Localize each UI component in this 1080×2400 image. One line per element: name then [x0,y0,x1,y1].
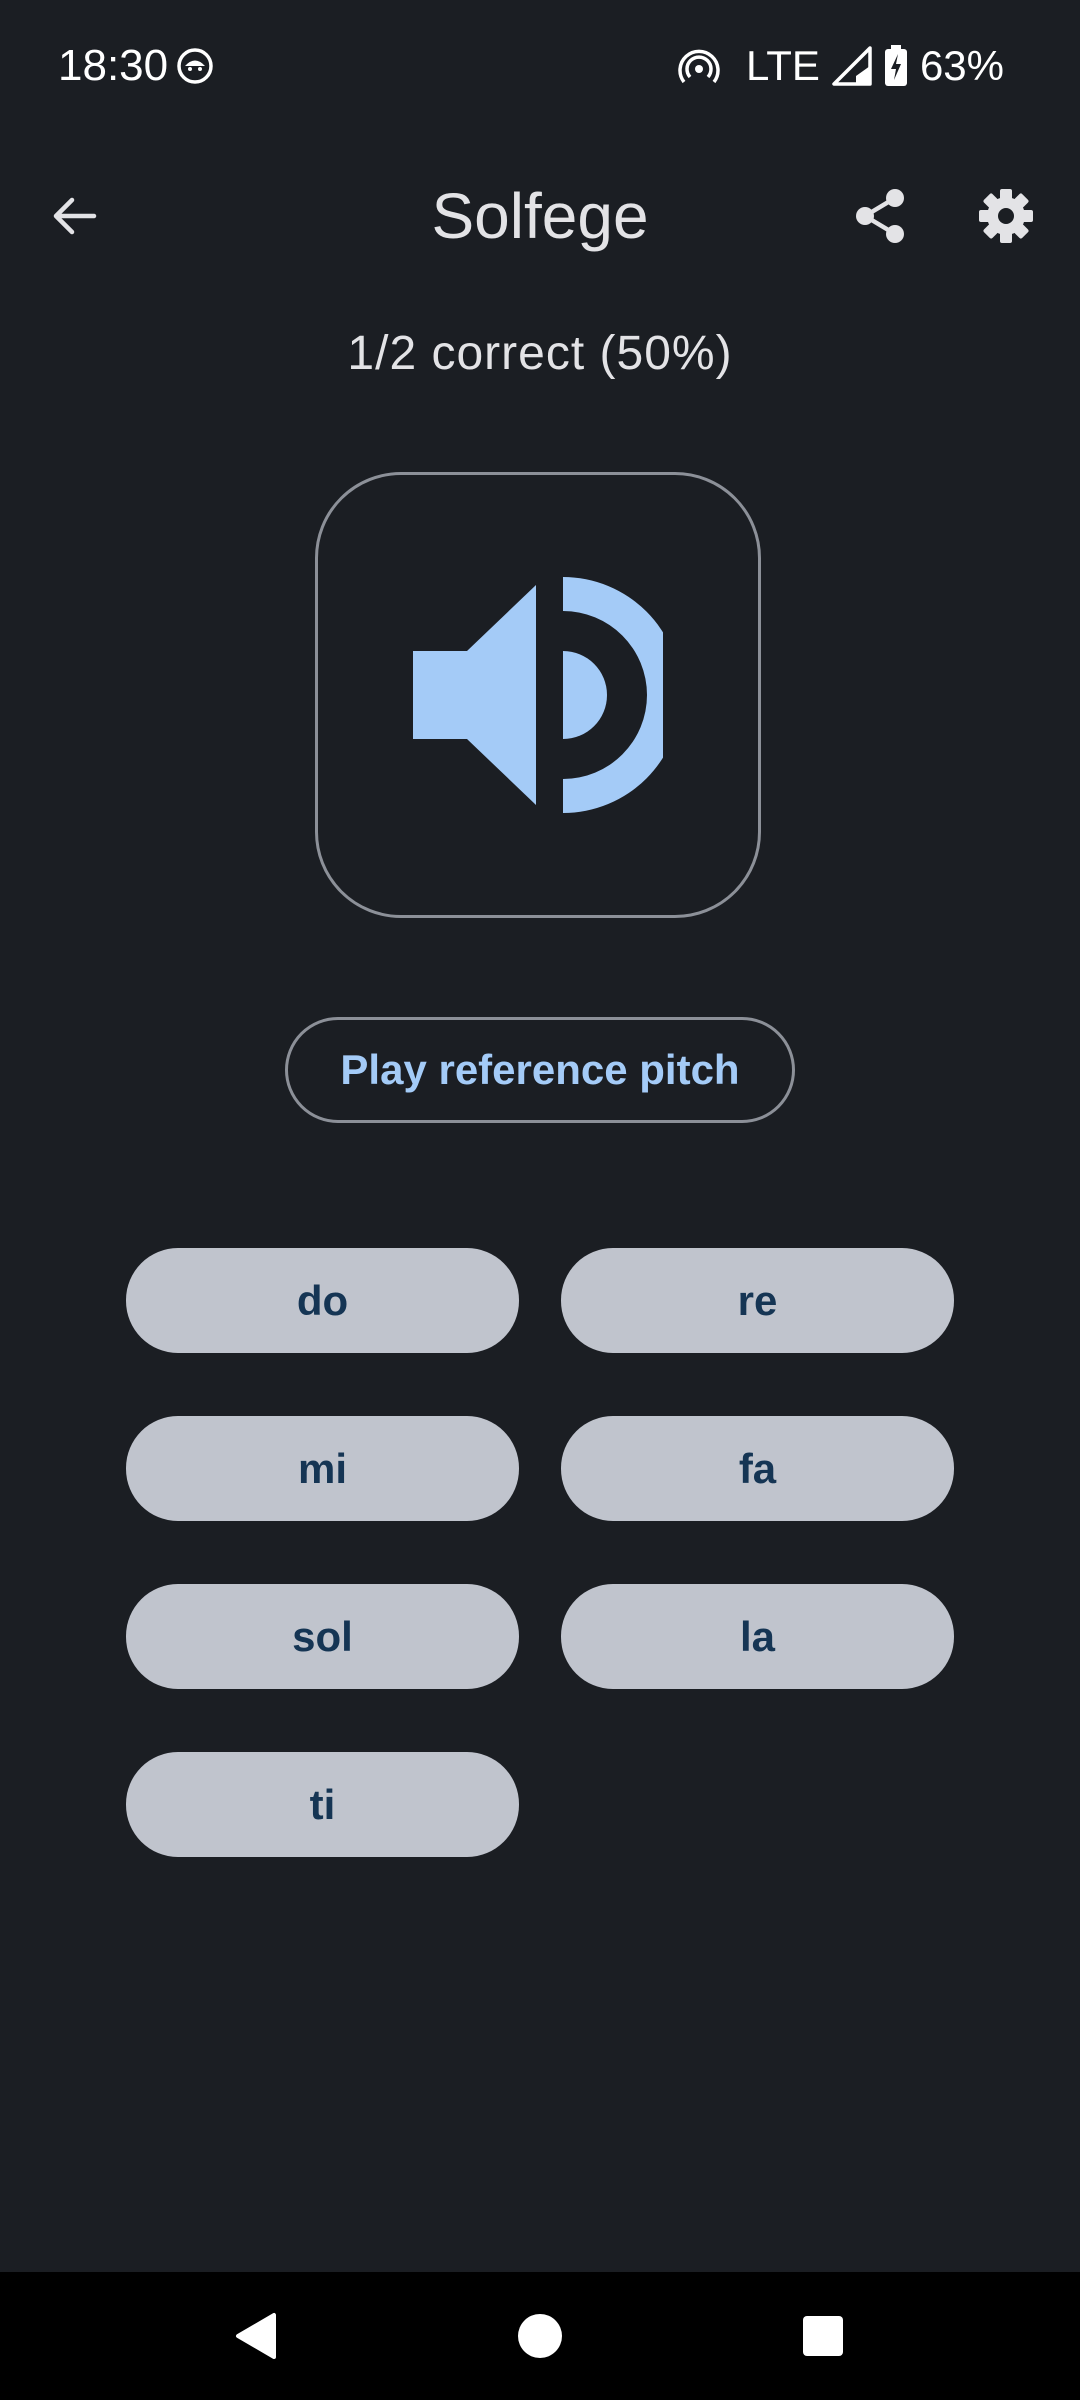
nav-home-button[interactable] [492,2288,588,2384]
note-button-re[interactable]: re [561,1248,954,1353]
top-app-bar: Solfege [0,160,1080,272]
play-reference-pitch-button[interactable]: Play reference pitch [285,1017,795,1123]
settings-button[interactable] [958,168,1054,264]
score-text: 1/2 correct (50%) [347,327,733,380]
note-button-mi[interactable]: mi [126,1416,519,1521]
status-icons: LTE 63% [678,38,1004,94]
share-icon [856,189,904,243]
settings-gear-icon [979,189,1033,243]
play-sound-button[interactable] [315,472,761,918]
network-type: LTE [746,42,820,89]
note-button-sol[interactable]: sol [126,1584,519,1689]
note-button-ti[interactable]: ti [126,1752,519,1857]
nav-recents-icon [803,2316,843,2356]
hotspot-icon [678,49,720,84]
status-bar: 18:30 LTE 63% [0,0,1080,130]
status-time: 18:30 [58,41,169,90]
battery-charging-icon [884,45,907,86]
note-button-la[interactable]: la [561,1584,954,1689]
signal-icon [832,46,872,86]
notification-face-icon [177,48,213,84]
speaker-volume-icon [413,577,663,813]
battery-percent: 63% [919,42,1004,89]
nav-back-button[interactable] [208,2288,304,2384]
app-screen: 18:30 LTE 63% Solfege 1/2 correct (50%) … [0,0,1080,2400]
nav-back-icon [236,2313,276,2359]
note-button-do[interactable]: do [126,1248,519,1353]
nav-recents-button[interactable] [775,2288,871,2384]
note-button-fa[interactable]: fa [561,1416,954,1521]
share-button[interactable] [832,168,928,264]
nav-home-icon [518,2314,562,2358]
system-navigation-bar [0,2272,1080,2400]
